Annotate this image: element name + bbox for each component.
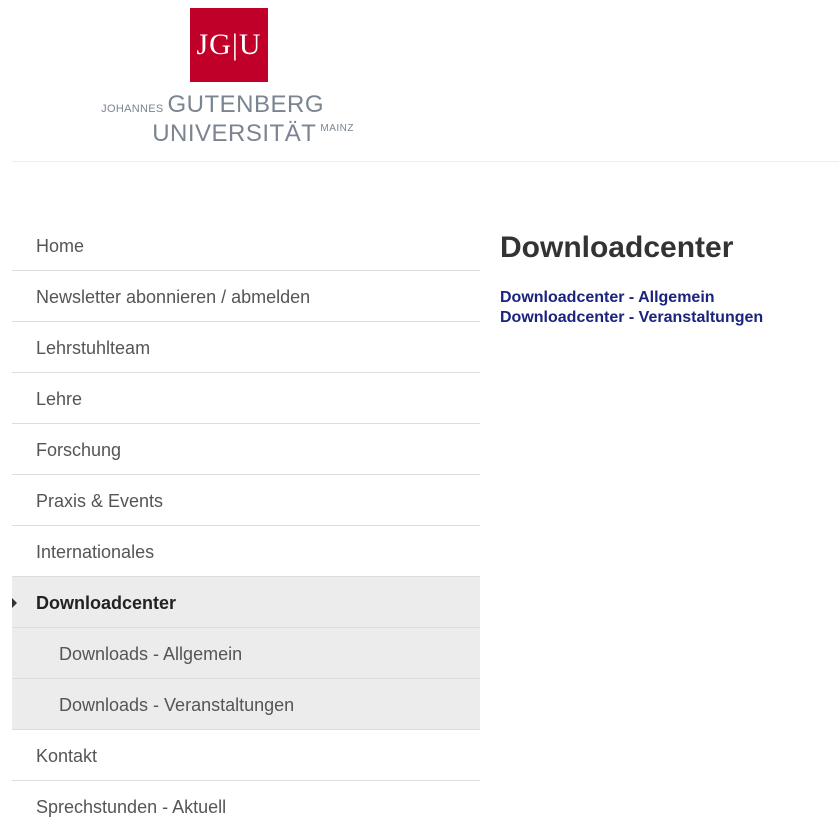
sidebar-item-home[interactable]: Home <box>12 220 480 271</box>
sidebar-item-praxis-events[interactable]: Praxis & Events <box>12 475 480 526</box>
sidebar-item-label: Downloadcenter <box>36 593 177 613</box>
jgu-logo-mark: JG|U <box>190 8 268 82</box>
sidebar-subitem-downloads-allgemein[interactable]: Downloads - Allgemein <box>12 628 480 679</box>
sidebar-item-internationales[interactable]: Internationales <box>12 526 480 577</box>
logo-prefix: JOHANNES <box>101 103 164 115</box>
sidebar-item-newsletter[interactable]: Newsletter abonnieren / abmelden <box>12 271 480 322</box>
sidebar-item-label: Internationales <box>36 542 155 562</box>
download-links: Downloadcenter - Allgemein Downloadcente… <box>500 288 839 328</box>
header-divider <box>12 161 839 162</box>
sidebar-item-label: Downloads - Allgemein <box>59 644 243 664</box>
sidebar-item-label: Praxis & Events <box>36 491 164 511</box>
link-downloadcenter-allgemein[interactable]: Downloadcenter - Allgemein <box>500 288 839 308</box>
sidebar-item-sprechstunden[interactable]: Sprechstunden - Aktuell <box>12 781 480 827</box>
sidebar-item-label: Kontakt <box>36 746 98 766</box>
sidebar-subitem-downloads-veranstaltungen[interactable]: Downloads - Veranstaltungen <box>12 679 480 730</box>
page-title: Downloadcenter <box>500 231 734 264</box>
sidebar-item-label: Lehre <box>36 389 83 409</box>
sidebar-item-label: Home <box>36 236 85 256</box>
logo-name: GUTENBERG <box>167 91 324 118</box>
sidebar-item-kontakt[interactable]: Kontakt <box>12 730 480 781</box>
logo-wordmark-line2: UNIVERSITÄT MAINZ <box>152 116 354 147</box>
sidebar-item-label: Downloads - Veranstaltungen <box>59 695 295 715</box>
sidebar-item-forschung[interactable]: Forschung <box>12 424 480 475</box>
sidebar-item-lehrstuhlteam[interactable]: Lehrstuhlteam <box>12 322 480 373</box>
sidebar-item-lehre[interactable]: Lehre <box>12 373 480 424</box>
university-logo[interactable]: JG|U JOHANNES GUTENBERG UNIVERSITÄT MAINZ <box>74 8 354 158</box>
logo-university: UNIVERSITÄT <box>152 120 317 147</box>
sidebar-item-label: Lehrstuhlteam <box>36 338 151 358</box>
link-downloadcenter-veranstaltungen[interactable]: Downloadcenter - Veranstaltungen <box>500 308 839 328</box>
logo-city: MAINZ <box>320 123 354 134</box>
sidebar-item-label: Forschung <box>36 440 122 460</box>
sidebar-item-label: Sprechstunden - Aktuell <box>36 797 227 817</box>
caret-right-icon <box>12 598 17 608</box>
main-content: Downloadcenter Downloadcenter - Allgemei… <box>500 228 839 328</box>
sidebar-nav: Home Newsletter abonnieren / abmelden Le… <box>12 220 480 827</box>
sidebar-item-downloadcenter[interactable]: Downloadcenter <box>12 577 480 628</box>
page: JG|U JOHANNES GUTENBERG UNIVERSITÄT MAINZ … <box>0 0 839 827</box>
sidebar-item-label: Newsletter abonnieren / abmelden <box>36 287 311 307</box>
